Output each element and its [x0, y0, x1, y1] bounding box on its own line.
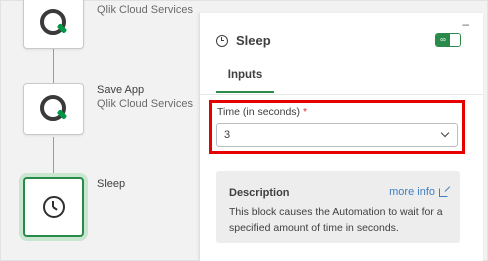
required-marker: *	[302, 106, 308, 118]
description-text: This block causes the Automation to wait…	[229, 206, 443, 234]
time-seconds-value: 3	[224, 129, 231, 141]
flow-block-subtitle: Qlik Cloud Services	[97, 4, 193, 16]
flow-block-title: Sleep	[97, 178, 126, 190]
qlik-q-icon	[39, 95, 68, 123]
time-field-label: Time (in seconds) *	[217, 106, 307, 118]
tab-inputs[interactable]: Inputs	[216, 67, 274, 93]
chevron-down-icon	[440, 128, 450, 138]
flow-block-qlik-cloud-services[interactable]	[23, 0, 84, 49]
flow-block-sleep[interactable]	[23, 177, 84, 237]
panel-header: Sleep	[216, 33, 271, 48]
flow-block-title: Save App	[97, 84, 145, 96]
flow-block-subtitle: Qlik Cloud Services	[97, 98, 193, 110]
block-config-panel: – Sleep ∞ Inputs Time (in seconds) * 3 D…	[199, 13, 483, 261]
tab-divider	[200, 94, 483, 95]
clock-icon	[216, 34, 228, 47]
description-title: Description	[229, 187, 290, 199]
flow-connector	[53, 137, 54, 175]
minimize-panel-button[interactable]: –	[462, 17, 469, 31]
flow-block-save-app[interactable]	[23, 83, 84, 135]
clock-icon	[42, 196, 65, 218]
time-seconds-select[interactable]: 3	[216, 123, 458, 147]
more-info-label: more info	[389, 186, 435, 198]
block-enabled-toggle[interactable]: ∞	[435, 33, 461, 47]
flow-block-label: Save App Qlik Cloud Services	[97, 83, 193, 111]
description-box: Description more info This block causes …	[216, 171, 460, 243]
flow-block-label: Qlik Cloud Services	[97, 3, 193, 17]
external-link-icon	[439, 187, 448, 197]
qlik-q-icon	[39, 9, 68, 37]
link-icon: ∞	[436, 34, 450, 46]
panel-title: Sleep	[236, 33, 271, 48]
flow-block-label: Sleep	[97, 177, 125, 191]
time-field-label-text: Time (in seconds)	[217, 106, 301, 118]
flow-connector	[53, 49, 54, 83]
more-info-link[interactable]: more info	[389, 186, 448, 198]
automation-canvas: Qlik Cloud Services Save App Qlik Cloud …	[0, 0, 488, 261]
